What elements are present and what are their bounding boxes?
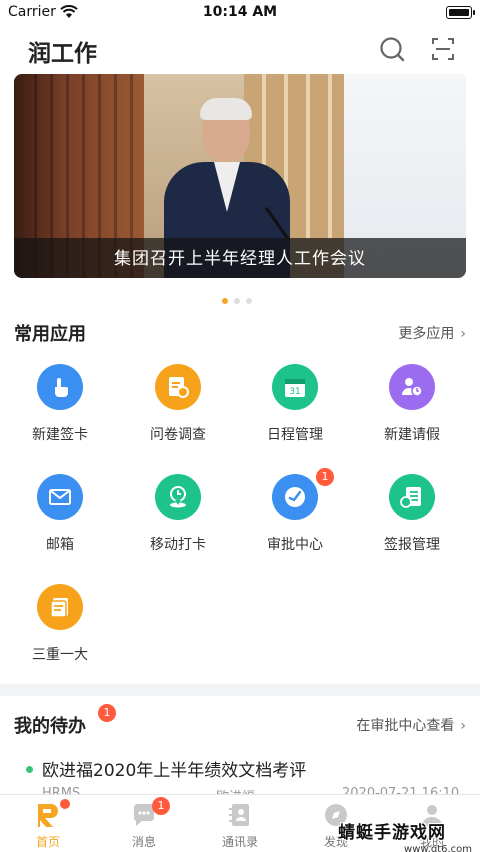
app-label: 审批中心 bbox=[267, 537, 323, 553]
app-three-major-one-big[interactable]: 三重一大 bbox=[0, 584, 120, 684]
app-schedule[interactable]: 31 日程管理 bbox=[235, 364, 355, 464]
page-title: 润工作 bbox=[28, 41, 97, 67]
app-label: 三重一大 bbox=[32, 647, 88, 663]
watermark-url: www.qt6.com bbox=[404, 844, 472, 852]
my-todo-section: 我的待办 1 在审批中心查看› 欧进福2020年上半年绩效文档考评 HRMS 欧… bbox=[0, 696, 480, 805]
more-apps-label: 更多应用 bbox=[398, 326, 455, 342]
clock: 10:14 AM bbox=[202, 4, 278, 20]
common-apps-section: 常用应用 更多应用 › 新建签卡 问卷调查 31 日程管理 新建请假 邮箱 移动… bbox=[0, 306, 480, 684]
app-label: 邮箱 bbox=[46, 537, 74, 553]
approval-badge: 1 bbox=[316, 468, 334, 486]
section-title-todo: 我的待办 bbox=[14, 716, 86, 737]
app-label: 移动打卡 bbox=[150, 537, 206, 553]
approval-icon bbox=[272, 474, 318, 520]
leave-icon bbox=[389, 364, 435, 410]
messages-badge: 1 bbox=[152, 797, 170, 815]
mail-icon bbox=[37, 474, 83, 520]
more-apps-link[interactable]: 更多应用 › bbox=[398, 323, 466, 343]
app-label: 新建请假 bbox=[384, 427, 440, 443]
status-dot bbox=[26, 766, 33, 773]
survey-icon bbox=[155, 364, 201, 410]
todo-title: 欧进福2020年上半年绩效文档考评 bbox=[42, 761, 307, 781]
app-mailbox[interactable]: 邮箱 bbox=[0, 474, 120, 574]
contacts-icon bbox=[226, 801, 254, 829]
scan-icon[interactable] bbox=[428, 34, 458, 64]
chevron-right-icon: › bbox=[460, 326, 466, 342]
tab-label: 消息 bbox=[131, 835, 156, 849]
battery-icon bbox=[446, 6, 475, 19]
report-icon bbox=[389, 474, 435, 520]
app-label: 新建签卡 bbox=[32, 427, 88, 443]
tab-home[interactable]: 首页 bbox=[0, 799, 96, 851]
header: 润工作 集团召开上半年经理人工作会议 bbox=[0, 26, 480, 332]
calendar-icon: 31 bbox=[272, 364, 318, 410]
watermark-text: 蜻蜓手游戏网 bbox=[338, 823, 446, 843]
tab-label: 首页 bbox=[35, 835, 60, 849]
app-survey[interactable]: 问卷调查 bbox=[118, 364, 238, 464]
view-in-approval-center-label: 在审批中心查看 bbox=[356, 718, 455, 734]
location-icon bbox=[155, 474, 201, 520]
app-new-leave[interactable]: 新建请假 bbox=[352, 364, 472, 464]
app-label: 签报管理 bbox=[384, 537, 440, 553]
carousel-indicator bbox=[222, 289, 258, 304]
carousel-dot[interactable] bbox=[234, 298, 240, 304]
chevron-right-icon: › bbox=[460, 718, 466, 734]
home-dot-badge bbox=[60, 799, 70, 809]
view-in-approval-center-link[interactable]: 在审批中心查看 › bbox=[356, 715, 466, 735]
banner-caption: 集团召开上半年经理人工作会议 bbox=[114, 249, 366, 269]
tab-messages[interactable]: 1 消息 bbox=[96, 797, 192, 851]
app-label: 日程管理 bbox=[267, 427, 323, 443]
news-banner[interactable]: 集团召开上半年经理人工作会议 bbox=[14, 74, 466, 278]
section-title-apps: 常用应用 bbox=[14, 324, 86, 345]
document-icon bbox=[37, 584, 83, 630]
app-mobile-clock-in[interactable]: 移动打卡 bbox=[118, 474, 238, 574]
carousel-dot[interactable] bbox=[246, 298, 252, 304]
app-approval-center[interactable]: 1 审批中心 bbox=[235, 468, 355, 574]
status-bar: Carrier 10:14 AM bbox=[0, 0, 480, 26]
tab-contacts[interactable]: 通讯录 bbox=[192, 801, 288, 851]
app-new-clock-in[interactable]: 新建签卡 bbox=[0, 364, 120, 464]
tab-label: 通讯录 bbox=[221, 835, 258, 849]
search-icon[interactable] bbox=[377, 34, 407, 64]
touch-icon bbox=[37, 364, 83, 410]
todo-badge: 1 bbox=[98, 704, 116, 722]
app-report-management[interactable]: 签报管理 bbox=[352, 474, 472, 574]
app-label: 问卷调查 bbox=[150, 427, 206, 443]
carousel-dot-active[interactable] bbox=[222, 298, 228, 304]
home-logo-icon bbox=[34, 801, 62, 829]
svg-text:31: 31 bbox=[289, 387, 300, 397]
watermark: 蜻蜓手游戏网 www.qt6.com bbox=[338, 818, 472, 852]
